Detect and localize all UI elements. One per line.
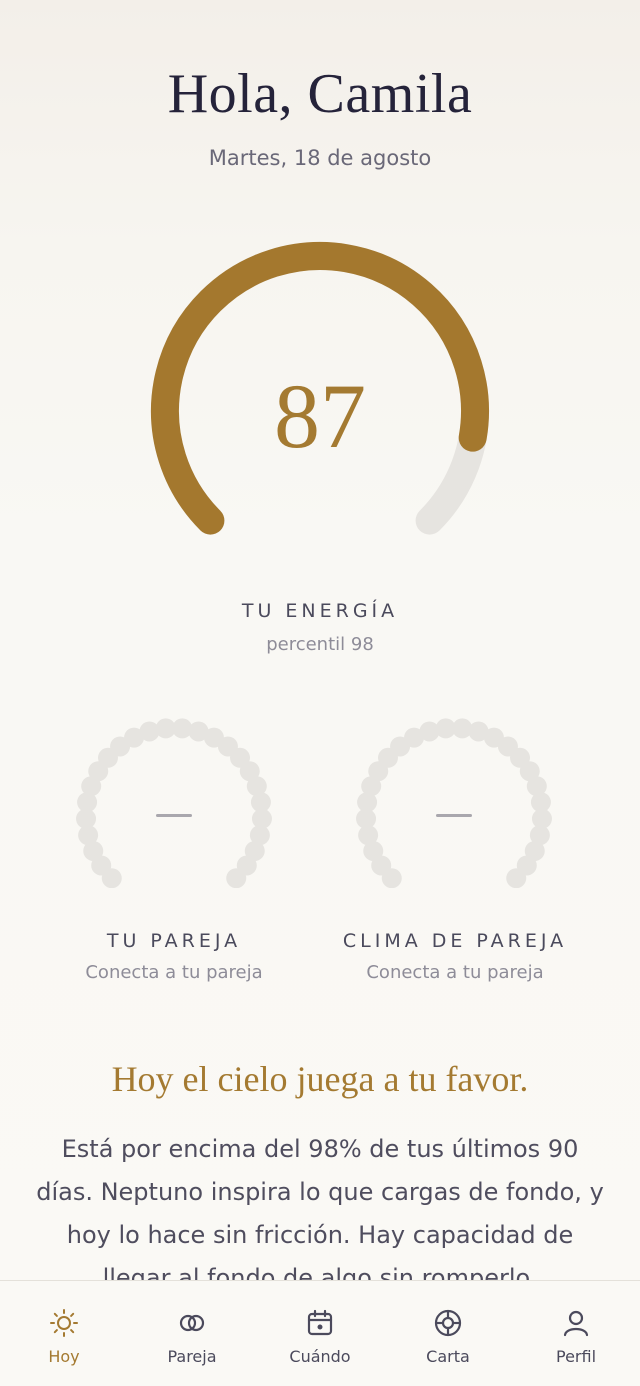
chart-wheel-icon: [434, 1309, 462, 1337]
tab-label: Hoy: [48, 1347, 80, 1366]
gauge-dot: [226, 868, 247, 889]
energy-value: 87: [274, 365, 366, 467]
tab-carta[interactable]: Carta: [384, 1281, 512, 1386]
climate-gauge: [354, 708, 554, 889]
insight-body: Está por encima del 98% de tus últimos 9…: [36, 1135, 604, 1292]
tab-label: Pareja: [167, 1347, 217, 1366]
partner-empty-value: [156, 814, 192, 817]
climate-label: CLIMA DE PAREJA: [342, 930, 568, 952]
gauge-dot: [506, 868, 527, 889]
tab-hoy[interactable]: Hoy: [0, 1281, 128, 1386]
partner-gauge: [74, 708, 274, 889]
tab-cuando[interactable]: Cuándo: [256, 1281, 384, 1386]
greeting-title: Hola, Camila: [167, 63, 473, 125]
person-icon: [563, 1310, 589, 1337]
rings-icon: [179, 1314, 205, 1332]
partner-label: TU PAREJA: [106, 930, 242, 952]
partner-connect-link[interactable]: Conecta a tu pareja: [24, 962, 324, 983]
bottom-tab-bar: Hoy Pareja Cuándo Carta Perfil: [0, 1280, 640, 1386]
tab-label: Perfil: [555, 1347, 597, 1366]
climate-gauge-dots: [356, 718, 552, 889]
climate-empty-value: [436, 814, 472, 817]
energy-percentile: percentil 98: [266, 634, 374, 655]
tab-pareja[interactable]: Pareja: [128, 1281, 256, 1386]
tab-label: Carta: [426, 1347, 470, 1366]
calendar-icon: [307, 1309, 333, 1336]
current-date: Martes, 18 de agosto: [208, 146, 432, 170]
insight-headline: Hoy el cielo juega a tu favor.: [111, 1059, 529, 1099]
sun-icon: [50, 1309, 78, 1337]
partner-gauge-dots: [76, 718, 272, 889]
climate-connect-link[interactable]: Conecta a tu pareja: [305, 962, 605, 983]
tab-perfil[interactable]: Perfil: [512, 1281, 640, 1386]
tab-label: Cuándo: [289, 1347, 351, 1366]
energy-label: TU ENERGÍA: [241, 600, 399, 622]
